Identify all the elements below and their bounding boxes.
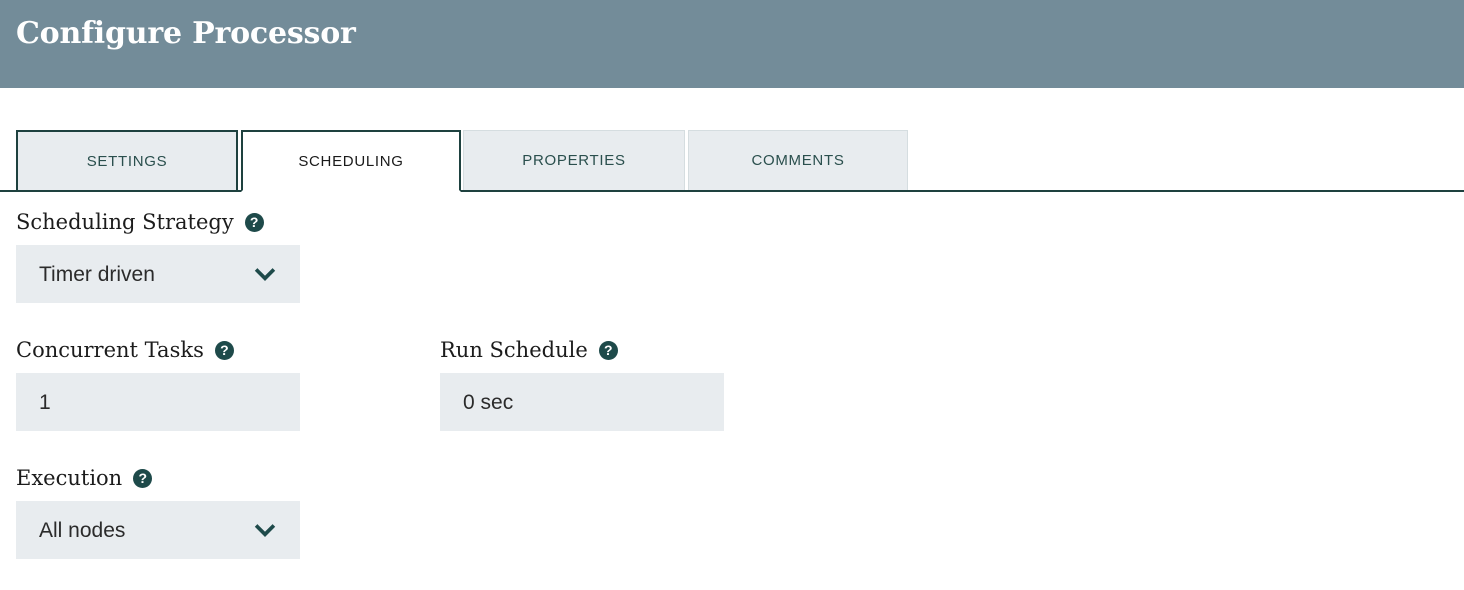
help-icon[interactable]: ? (214, 340, 234, 360)
tab-scheduling-label: SCHEDULING (298, 152, 404, 170)
execution-label: Execution ? (16, 464, 300, 492)
page-title: Configure Processor (16, 16, 356, 51)
run-schedule-label-text: Run Schedule (440, 337, 588, 362)
concurrent-tasks-label-text: Concurrent Tasks (16, 337, 204, 362)
concurrent-tasks-value: 1 (39, 390, 51, 414)
run-schedule-label: Run Schedule ? (440, 336, 724, 364)
run-schedule-value: 0 sec (463, 390, 514, 414)
tab-properties[interactable]: PROPERTIES (463, 130, 685, 190)
tab-settings[interactable]: SETTINGS (16, 130, 238, 192)
help-icon[interactable]: ? (598, 340, 618, 360)
scheduling-strategy-label: Scheduling Strategy ? (16, 208, 300, 236)
scheduling-tab-panel: Scheduling Strategy ? Timer driven Concu… (0, 192, 1464, 590)
execution-select[interactable]: All nodes (16, 501, 300, 559)
execution-value: All nodes (39, 518, 126, 542)
concurrent-tasks-label: Concurrent Tasks ? (16, 336, 300, 364)
help-icon[interactable]: ? (244, 212, 264, 232)
tab-comments[interactable]: COMMENTS (688, 130, 908, 190)
scheduling-strategy-value: Timer driven (39, 262, 155, 286)
tab-properties-label: PROPERTIES (522, 152, 626, 169)
tab-settings-label: SETTINGS (86, 152, 168, 170)
execution-label-text: Execution (16, 465, 123, 490)
field-scheduling-strategy: Scheduling Strategy ? Timer driven (16, 208, 300, 303)
field-execution: Execution ? All nodes (16, 464, 300, 559)
dialog-header: Configure Processor (0, 0, 1464, 88)
field-run-schedule: Run Schedule ? 0 sec (440, 336, 724, 431)
chevron-down-icon (254, 268, 276, 281)
scheduling-strategy-label-text: Scheduling Strategy (16, 209, 234, 234)
scheduling-strategy-select[interactable]: Timer driven (16, 245, 300, 303)
help-icon[interactable]: ? (133, 468, 153, 488)
chevron-down-icon (254, 524, 276, 537)
tab-strip: SETTINGS SCHEDULING PROPERTIES COMMENTS (0, 130, 1464, 192)
tab-comments-label: COMMENTS (751, 152, 845, 169)
field-concurrent-tasks: Concurrent Tasks ? 1 (16, 336, 300, 431)
run-schedule-input[interactable]: 0 sec (440, 373, 724, 431)
concurrent-tasks-input[interactable]: 1 (16, 373, 300, 431)
tab-scheduling[interactable]: SCHEDULING (241, 130, 461, 192)
